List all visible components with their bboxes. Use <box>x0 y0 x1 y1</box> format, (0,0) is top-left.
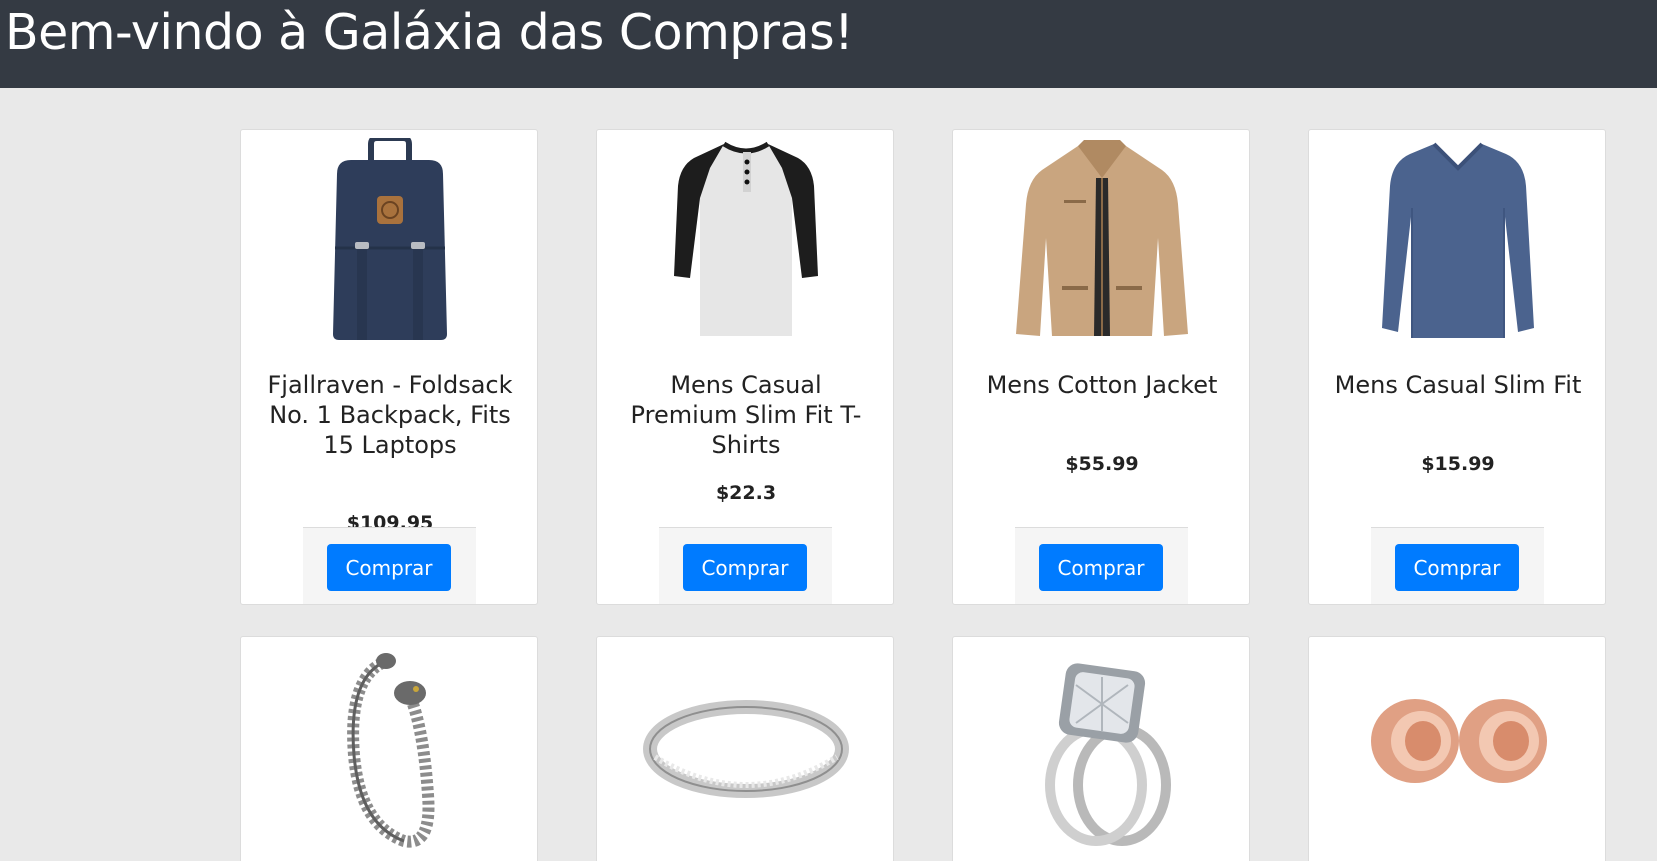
product-card: Fjallraven - Foldsack No. 1 Backpack, Fi… <box>240 129 538 605</box>
product-title: Mens Casual Slim Fit <box>1334 371 1582 399</box>
card-footer: Comprar <box>1371 527 1544 604</box>
buy-button[interactable]: Comprar <box>683 544 807 591</box>
product-title: Fjallraven - Foldsack No. 1 Backpack, Fi… <box>267 371 513 459</box>
raglan-tshirt-image[interactable] <box>597 138 893 343</box>
product-card <box>596 636 894 861</box>
product-price: $55.99 <box>1065 453 1139 475</box>
buy-button[interactable]: Comprar <box>1395 544 1519 591</box>
product-card: Mens Casual Slim Fit $15.99 Comprar <box>1308 129 1606 605</box>
product-price: $15.99 <box>1421 453 1495 475</box>
product-card: Mens Casual Premium Slim Fit T-Shirts $2… <box>596 129 894 605</box>
card-footer: Comprar <box>303 527 476 604</box>
product-price: $22.3 <box>715 482 777 504</box>
product-card: Mens Cotton Jacket $55.99 Comprar <box>952 129 1250 605</box>
diamond-ring-image[interactable] <box>953 645 1249 850</box>
silver-ring-image[interactable] <box>597 645 893 850</box>
product-card <box>1308 636 1606 861</box>
product-card <box>952 636 1250 861</box>
buy-button[interactable]: Comprar <box>327 544 451 591</box>
long-sleeve-shirt-image[interactable] <box>1309 138 1605 343</box>
product-card <box>240 636 538 861</box>
dragon-bracelet-image[interactable] <box>241 645 537 850</box>
page-title: Bem-vindo à Galáxia das Compras! <box>5 4 854 61</box>
product-title: Mens Cotton Jacket <box>986 371 1218 399</box>
rose-gold-plugs-image[interactable] <box>1309 645 1605 850</box>
card-footer: Comprar <box>1015 527 1188 604</box>
product-title: Mens Casual Premium Slim Fit T-Shirts <box>630 371 862 459</box>
cotton-jacket-image[interactable] <box>953 138 1249 343</box>
top-bar: Bem-vindo à Galáxia das Compras! <box>0 0 1657 88</box>
card-footer: Comprar <box>659 527 832 604</box>
buy-button[interactable]: Comprar <box>1039 544 1163 591</box>
backpack-image[interactable] <box>241 138 537 343</box>
